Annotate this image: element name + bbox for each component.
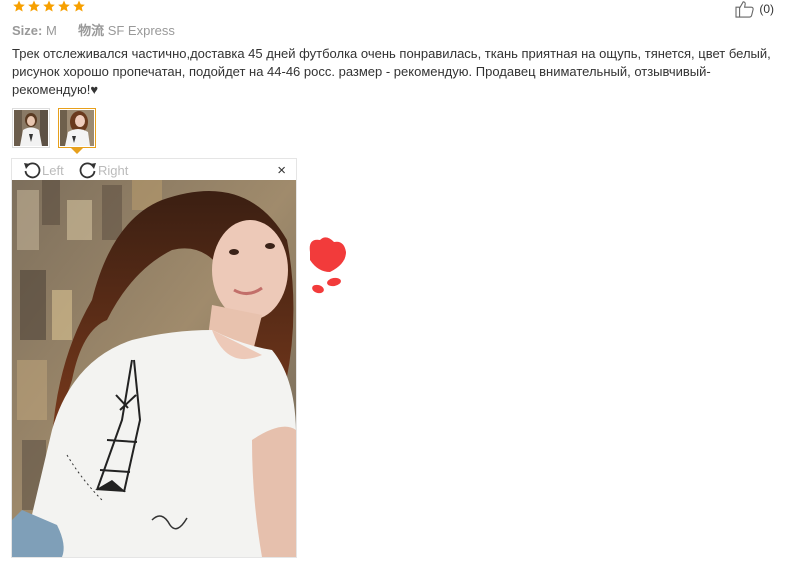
rotate-right-button[interactable]: Right: [78, 160, 128, 180]
rotate-left-label: Left: [42, 162, 64, 178]
review-photo-large: [12, 180, 296, 557]
size-label: Size:: [12, 23, 43, 38]
logistics-value: SF Express: [107, 23, 175, 38]
thumbs-up-icon: [735, 1, 755, 18]
thumbnail-image: [60, 110, 94, 146]
close-viewer-button[interactable]: ×: [277, 162, 286, 179]
rotate-left-button[interactable]: Left: [22, 160, 64, 180]
rotate-left-icon: [24, 162, 41, 179]
helpful-count: (0): [759, 2, 774, 16]
helpful-button[interactable]: (0): [734, 0, 774, 18]
review-meta: Size: M 物流 SF Express: [12, 20, 175, 39]
star-icon: [28, 0, 40, 12]
size-value: M: [45, 23, 57, 38]
star-icon: [73, 0, 85, 12]
photo-viewer: Left Right ×: [11, 158, 297, 558]
thumbnail-image: [14, 110, 48, 146]
star-icon: [43, 0, 55, 12]
star-icon: [13, 0, 25, 12]
rotate-right-icon: [79, 162, 96, 179]
star-icon: [58, 0, 70, 12]
thumbnail-1[interactable]: [12, 108, 50, 148]
review-text: Трек отслеживался частично,доставка 45 д…: [12, 46, 771, 97]
thumbnail-2[interactable]: [58, 108, 96, 154]
rating-stars: [12, 0, 86, 13]
review-thumbnails: [12, 108, 96, 154]
rotate-right-label: Right: [98, 162, 129, 178]
active-thumbnail-caret: [71, 148, 83, 154]
heart-doodle: [309, 237, 346, 294]
viewer-toolbar: Left Right ×: [12, 159, 296, 180]
logistics-label: 物流: [78, 23, 105, 38]
